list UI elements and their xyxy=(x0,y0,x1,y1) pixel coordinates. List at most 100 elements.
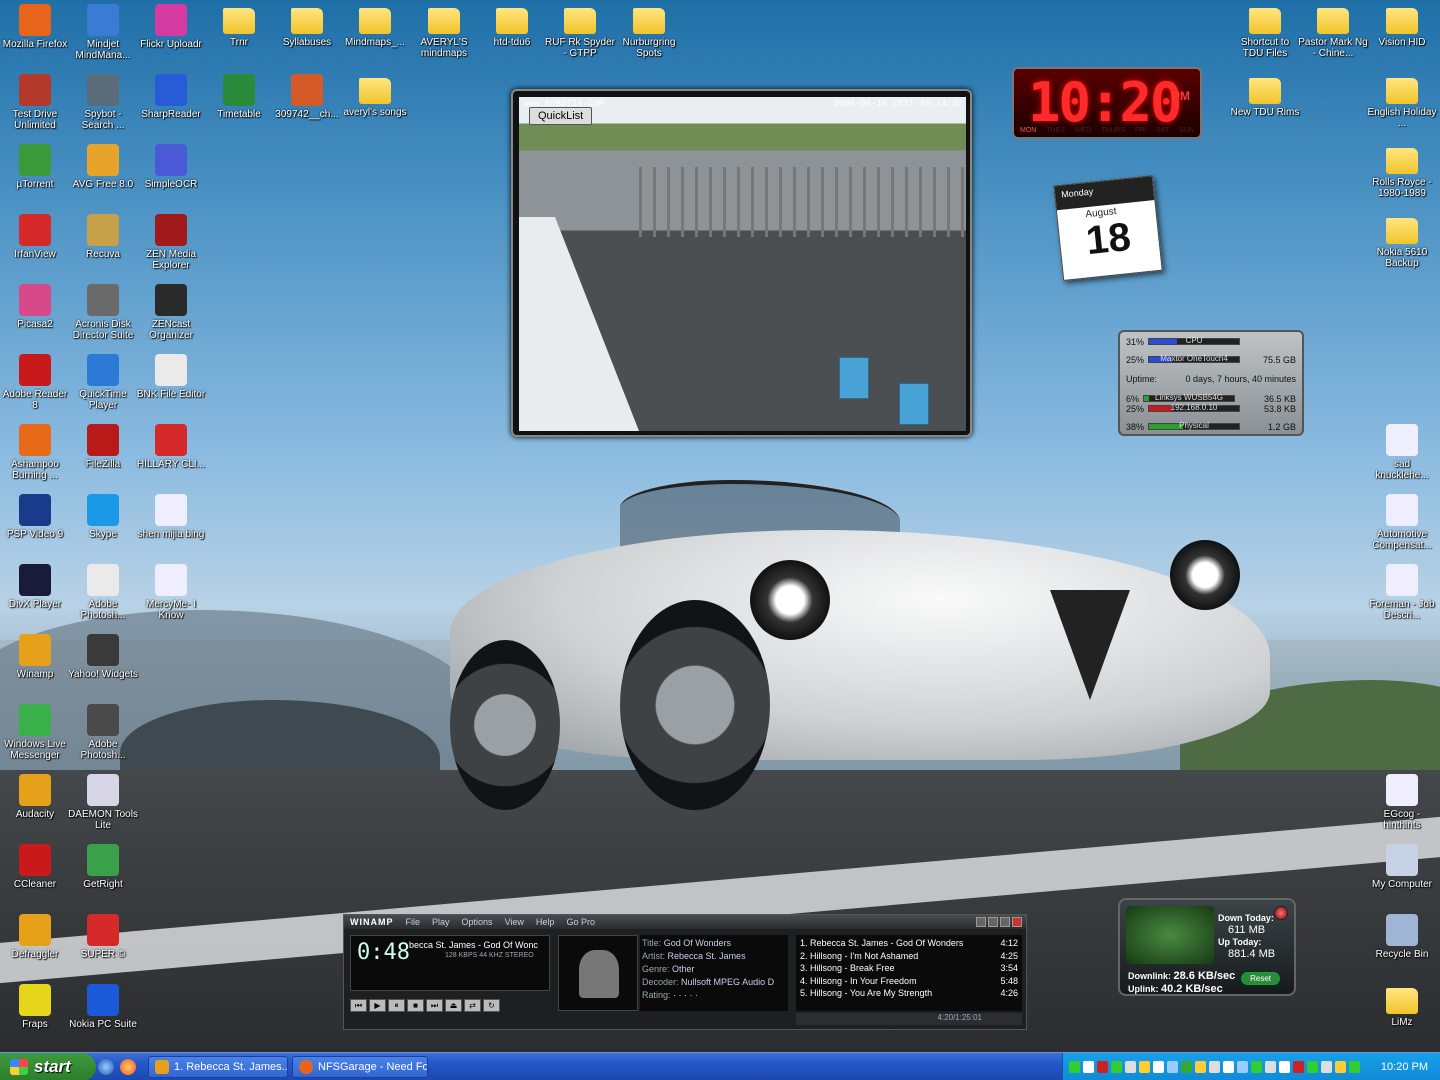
winamp-titlebar[interactable]: WINAMP File Play Options View Help Go Pr… xyxy=(344,915,1026,929)
desktop-icon-picasa[interactable]: Picasa2 xyxy=(0,282,70,330)
next-icon[interactable]: ⏭ xyxy=(426,999,443,1012)
repeat-icon[interactable]: ↻ xyxy=(483,999,500,1012)
desktop-icon-timetable[interactable]: Timetable xyxy=(204,72,274,120)
close-icon[interactable] xyxy=(1012,917,1022,927)
eject-icon[interactable]: ⏏ xyxy=(445,999,462,1012)
quicklist-button[interactable]: QuickList xyxy=(529,107,593,125)
winamp-menu-gopro[interactable]: Go Pro xyxy=(566,917,595,927)
winamp-menu-help[interactable]: Help xyxy=(536,917,555,927)
desktop-icon-skype[interactable]: Skype xyxy=(68,492,138,540)
desktop-icon-filezilla[interactable]: FileZilla xyxy=(68,422,138,470)
desktop-icon-trnr[interactable]: Trnr xyxy=(204,2,274,48)
desktop-icon-yahoo-widgets[interactable]: Yahoo! Widgets xyxy=(68,632,138,680)
tray-app-icon[interactable] xyxy=(1223,1061,1234,1073)
desktop-icon-psp-video[interactable]: PSP Video 9 xyxy=(0,492,70,540)
tray-app-icon[interactable] xyxy=(1265,1061,1276,1073)
desktop-icon-divx[interactable]: DivX Player xyxy=(0,562,70,610)
desktop-icon-bnk-editor[interactable]: BNK File Editor xyxy=(136,352,206,400)
tray-app-icon[interactable] xyxy=(1167,1061,1178,1073)
desktop-icon-ruf[interactable]: RUF Rk Spyder - GTPP xyxy=(545,2,615,59)
desktop-icon-hillary[interactable]: HILLARY CLI... xyxy=(136,422,206,470)
maximize-icon[interactable] xyxy=(1000,917,1010,927)
desktop-icon-my-computer[interactable]: My Computer xyxy=(1367,842,1437,890)
tray-app-icon[interactable] xyxy=(1181,1061,1192,1073)
system-meter-widget[interactable]: 31% CPU 25% Maxtor OneTouch4 75.5 GB Upt… xyxy=(1118,330,1304,436)
desktop-icon-spybot[interactable]: Spybot - Search ... xyxy=(68,72,138,131)
desktop-icon-adobe-reader[interactable]: Adobe Reader 8 xyxy=(0,352,70,411)
tray-app-icon[interactable] xyxy=(1251,1061,1262,1073)
taskbar-item-winamp[interactable]: 1. Rebecca St. James... xyxy=(148,1056,288,1078)
desktop-icon-rolls-royce[interactable]: Rolls Royce - 1980-1989 xyxy=(1367,142,1437,199)
desktop-icon-309742[interactable]: 309742__ch... xyxy=(272,72,342,120)
tray-app-icon[interactable] xyxy=(1195,1061,1206,1073)
tray-app-icon[interactable] xyxy=(1307,1061,1318,1073)
playlist-item[interactable]: 1. Rebecca St. James - God Of Wonders 4:1… xyxy=(800,937,1018,950)
winamp-menu-options[interactable]: Options xyxy=(462,917,493,927)
desktop-icon-mindjet[interactable]: Mindjet MindMana... xyxy=(68,2,138,61)
desktop-icon-utorrent[interactable]: µTorrent xyxy=(0,142,70,190)
winamp-menu-play[interactable]: Play xyxy=(432,917,450,927)
minimize-icon[interactable] xyxy=(976,917,986,927)
desktop-icon-firefox[interactable]: Mozilla Firefox xyxy=(0,2,70,50)
desktop-icon-lightroom[interactable]: Adobe Photosh... xyxy=(68,702,138,761)
desktop-icon-foreman[interactable]: Foreman - Job Descri... xyxy=(1367,562,1437,621)
tray-app-icon[interactable] xyxy=(1335,1061,1346,1073)
prev-icon[interactable]: ⏮ xyxy=(350,999,367,1012)
tray-app-icon[interactable] xyxy=(1097,1061,1108,1073)
desktop-icon-ccleaner[interactable]: CCleaner xyxy=(0,842,70,890)
calendar-widget[interactable]: Monday August 18 xyxy=(1053,175,1163,281)
desktop-icon-htd-tdu6[interactable]: htd-tdu6 xyxy=(477,2,547,48)
play-icon[interactable]: ▶ xyxy=(369,999,386,1012)
playlist-item[interactable]: 4. Hillsong - In Your Freedom 5:48 xyxy=(800,975,1018,988)
tray-app-icon[interactable] xyxy=(1349,1061,1360,1073)
desktop-icon-syllabuses[interactable]: Syllabuses xyxy=(272,2,342,48)
desktop-icon-limz[interactable]: LiMz xyxy=(1367,982,1437,1028)
desktop-icon-automotive[interactable]: Automotive Compensat... xyxy=(1367,492,1437,551)
desktop-icon-simpleocr[interactable]: SimpleOCR xyxy=(136,142,206,190)
firefox-icon[interactable] xyxy=(120,1059,136,1075)
tray-app-icon[interactable] xyxy=(1111,1061,1122,1073)
tray-clock[interactable]: 10:20 PM xyxy=(1381,1061,1428,1073)
desktop-icon-defraggler[interactable]: Defraggler xyxy=(0,912,70,960)
tray-app-icon[interactable] xyxy=(1153,1061,1164,1073)
tray-app-icon[interactable] xyxy=(1125,1061,1136,1073)
desktop-icon-flickr[interactable]: Flickr Uploadr xyxy=(136,2,206,50)
desktop-icon-quicktime[interactable]: QuickTime Player xyxy=(68,352,138,411)
desktop-icon-avg[interactable]: AVG Free 8.0 xyxy=(68,142,138,190)
desktop-icon-averyl-songs[interactable]: averyl's songs xyxy=(340,72,410,118)
desktop-icon-fraps[interactable]: Fraps xyxy=(0,982,70,1030)
tray-app-icon[interactable] xyxy=(1321,1061,1332,1073)
desktop-icon-english-holiday[interactable]: English Holiday ... xyxy=(1367,72,1437,129)
desktop-icon-audacity[interactable]: Audacity xyxy=(0,772,70,820)
desktop-icon-zencast[interactable]: ZENcast Organizer xyxy=(136,282,206,341)
desktop-icon-new-tdu-rims[interactable]: New TDU Rims xyxy=(1230,72,1300,118)
desktop-icon-wlm[interactable]: Windows Live Messenger xyxy=(0,702,70,761)
desktop-icon-irfanview[interactable]: IrfanView xyxy=(0,212,70,260)
playlist-item[interactable]: 3. Hillsong - Break Free 3:54 xyxy=(800,962,1018,975)
desktop-icon-mercyme[interactable]: MercyMe- I Know xyxy=(136,562,206,621)
desktop-icon-zen-media[interactable]: ZEN Media Explorer xyxy=(136,212,206,271)
tray-app-icon[interactable] xyxy=(1083,1061,1094,1073)
winamp-window[interactable]: WINAMP File Play Options View Help Go Pr… xyxy=(343,914,1027,1030)
desktop-icon-pastor[interactable]: Pastor Mark Ng - Chine... xyxy=(1298,2,1368,59)
winamp-menu-view[interactable]: View xyxy=(505,917,524,927)
ie-icon[interactable] xyxy=(98,1059,114,1075)
desktop-icon-egcog[interactable]: EGcog - hinthints xyxy=(1367,772,1437,831)
stop-icon[interactable]: ■ xyxy=(407,999,424,1012)
desktop-icon-vision-hid[interactable]: Vision HID xyxy=(1367,2,1437,48)
desktop-icon-nokia-pc-suite[interactable]: Nokia PC Suite xyxy=(68,982,138,1030)
desktop-icon-ashampoo[interactable]: Ashampoo Burning ... xyxy=(0,422,70,481)
tray-app-icon[interactable] xyxy=(1069,1061,1080,1073)
tray-app-icon[interactable] xyxy=(1293,1061,1304,1073)
desktop-icon-sharpreader[interactable]: SharpReader xyxy=(136,72,206,120)
reset-button[interactable]: Reset xyxy=(1241,972,1280,985)
tray-app-icon[interactable] xyxy=(1209,1061,1220,1073)
desktop-icon-shen-mijia[interactable]: shen mijia bing xyxy=(136,492,206,540)
desktop-icon-nokia-backup[interactable]: Nokia 5610 Backup xyxy=(1367,212,1437,269)
pause-icon[interactable]: ⏸ xyxy=(388,999,405,1012)
start-button[interactable]: start xyxy=(0,1053,96,1080)
desktop-icon-sad-knucklehe[interactable]: sad knucklehe... xyxy=(1367,422,1437,481)
winamp-playlist[interactable]: 1. Rebecca St. James - God Of Wonders 4:1… xyxy=(796,935,1022,1011)
webcam-widget[interactable]: www.ROBOTIX.COM 2006-06-16 CEST 16:14:02… xyxy=(511,89,972,437)
tray-app-icon[interactable] xyxy=(1237,1061,1248,1073)
